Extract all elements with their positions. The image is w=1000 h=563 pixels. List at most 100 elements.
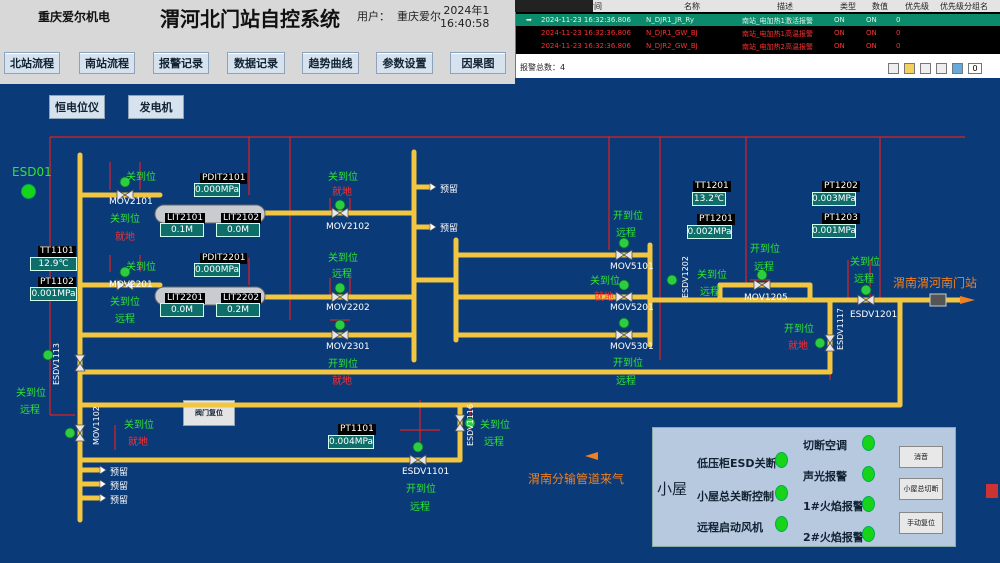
lit2201-value: 0.0M [160,303,204,317]
fan-start-label: 远程启动风机 [697,521,763,534]
low-voltage-esd-indicator [775,452,788,468]
reserve-2: 预留 [440,224,459,234]
shed-title: 小屋 [657,480,688,498]
esdv1201-label: ESDV1201 [850,310,898,320]
reserve-5: 预留 [110,496,129,506]
esdv1202-closed: 关到位 [697,270,727,281]
mov2201-closed-2: 关到位 [110,297,140,308]
mov5301-remote: 远程 [616,376,636,387]
mov2202-closed: 关到位 [328,253,358,264]
pt1203-tag: PT1203 [822,213,860,224]
esdv1101-open: 开到位 [406,484,436,495]
mov2101-closed-2: 关到位 [110,214,140,225]
tt1101-tag: TT1101 [38,246,76,257]
mov2102-label: MOV2102 [326,222,370,232]
pt1202-tag: PT1202 [822,181,860,192]
esdv1116-remote: 远程 [484,437,504,448]
pdit2201-value: 0.000MPa [194,263,240,277]
mov1102-closed: 关到位 [124,420,154,431]
audible-alarm-indicator [862,466,875,482]
mov2101-closed: 关到位 [126,172,156,183]
mov2301-open: 开到位 [328,359,358,370]
mov1205-open: 开到位 [750,244,780,255]
mov5201-closed: 关到位 [590,276,620,287]
lit2102-value: 0.0M [216,223,260,237]
pt1101-value: 0.004MPa [328,435,374,449]
mov5301-open: 开到位 [613,358,643,369]
reserve-4: 预留 [110,482,129,492]
flowmeter [929,293,947,307]
ac-cutoff-label: 切断空调 [803,439,847,452]
pt1102-value: 0.001MPa [30,287,77,301]
mov1102-label: MOV1102 [92,406,101,445]
mov2202-label: MOV2202 [326,303,370,313]
shed-shutdown-label: 小屋总关断控制 [697,490,774,503]
manual-reset-button[interactable]: 手动复位 [899,512,943,534]
mov5201-local: 就地 [594,292,614,303]
esdv1202-label: ESDV1202 [681,256,690,298]
esdv1101-label: ESDV1101 [402,467,450,477]
small-reserve-valves [99,182,437,503]
silence-button[interactable]: 消音 [899,446,943,468]
esdv1201-remote: 远程 [854,274,874,285]
pt1201-tag: PT1201 [697,214,735,225]
pdit2101-value: 0.000MPa [194,183,240,197]
pt1201-value: 0.002MPa [687,225,732,239]
esdv1101-remote: 远程 [410,502,430,513]
mov5101-remote: 远程 [616,228,636,239]
mov2201-closed: 关到位 [126,262,156,273]
flame-alarm-1-label: 1#火焰报警 [803,500,864,513]
esdv1201-closed: 关到位 [850,257,880,268]
flame-alarm-2-label: 2#火焰报警 [803,531,864,544]
pt1203-value: 0.001MPa [811,224,857,238]
esdv1202-remote: 远程 [700,287,720,298]
esdv1117-open: 开到位 [784,324,814,335]
mov5101-open: 开到位 [613,211,643,222]
fan-start-indicator [775,516,788,532]
tt1201-value: 13.2℃ [692,192,726,206]
side-icon[interactable] [986,484,998,498]
mov1205-remote: 远程 [754,262,774,273]
esdv1116-label: ESDV1116 [466,404,475,446]
ac-cutoff-indicator [862,435,875,451]
flame-alarm-2-indicator [862,526,875,542]
pt1202-value: 0.003MPa [811,192,857,206]
tt1101-value: 12.9℃ [30,257,77,271]
incoming-gas-label: 渭南分输管道来气 [528,472,625,486]
mov1102-local: 就地 [128,437,148,448]
reserve-3: 预留 [110,468,129,478]
esdv1113-closed: 关到位 [16,388,46,399]
esd01-label: ESD01 [12,165,52,179]
mov2101-label: MOV2101 [109,197,153,207]
mov2301-label: MOV2301 [326,342,370,352]
lit2101-value: 0.1M [160,223,204,237]
south-station-label: 渭南渭河南门站 [893,276,978,290]
mov2102-local: 就地 [332,187,352,198]
esd01-indicator[interactable] [21,184,36,199]
esdv1117-local: 就地 [788,341,808,352]
shed-panel: 小屋 低压柜ESD关断 小屋总关断控制 远程启动风机 切断空调 声光报警 1#火… [652,427,956,547]
reserve-1: 预留 [440,185,459,195]
lit2202-value: 0.2M [216,303,260,317]
mov2201-remote: 远程 [115,314,135,325]
pt1101-tag: PT1101 [338,424,376,435]
esdv1113-remote: 远程 [20,405,40,416]
mov1205-label: MOV1205 [744,293,788,303]
esdv1116-closed: 关到位 [480,420,510,431]
audible-alarm-label: 声光报警 [803,470,847,483]
esdv1113-label: ESDV1113 [52,343,61,385]
mov2202-remote: 远程 [332,269,352,280]
mov5301-label: MOV5301 [610,342,654,352]
mov2201-label: MOV2201 [109,280,153,290]
flame-alarm-1-indicator [862,496,875,512]
low-voltage-esd-label: 低压柜ESD关断 [697,457,777,470]
mov2102-closed: 关到位 [328,172,358,183]
mov2101-local: 就地 [115,232,135,243]
mov5101-label: MOV5101 [610,262,654,272]
mov5201-label: MOV5201 [610,303,654,313]
tt1201-tag: TT1201 [693,181,731,192]
shed-shutdown-indicator [775,485,788,501]
esdv1117-label: ESDV1117 [836,308,845,350]
mov2301-local: 就地 [332,376,352,387]
shed-cutoff-button[interactable]: 小屋总切断 [899,478,943,500]
